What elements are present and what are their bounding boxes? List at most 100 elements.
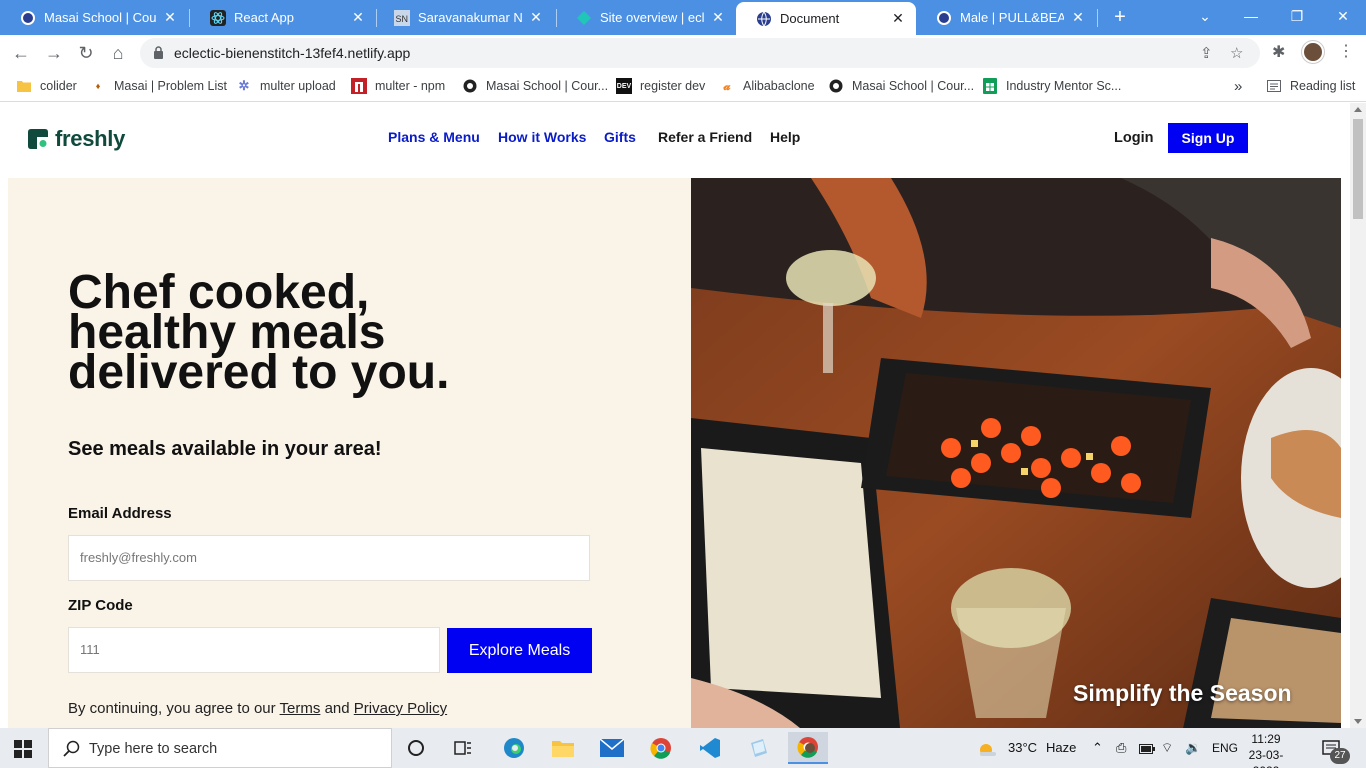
- widgets-icon[interactable]: [443, 732, 483, 764]
- close-icon[interactable]: ✕: [710, 9, 726, 26]
- close-icon[interactable]: ✕: [162, 9, 178, 26]
- reading-list-button[interactable]: Reading list: [1266, 76, 1355, 96]
- bookmarks-overflow-button[interactable]: »: [1234, 76, 1242, 96]
- nav-how-it-works[interactable]: How it Works: [498, 129, 586, 145]
- bookmark-industry-mentor[interactable]: Industry Mentor Sc...: [982, 76, 1121, 96]
- bookmark-label: Masai | Problem List: [114, 79, 228, 93]
- scroll-thumb[interactable]: [1353, 119, 1363, 219]
- tab-masai-course[interactable]: Masai School | Course ✕: [0, 0, 188, 35]
- chrome-active-window-icon[interactable]: [788, 732, 828, 764]
- weather-text[interactable]: Haze: [1046, 728, 1076, 768]
- bookmark-colider[interactable]: colider: [16, 76, 77, 96]
- bookmark-alibabaclone[interactable]: 𝓪 Alibabaclone: [719, 76, 814, 96]
- bookmark-star-icon[interactable]: ☆: [1230, 44, 1243, 62]
- sn-icon: SN: [394, 9, 410, 26]
- chrome-icon[interactable]: [641, 732, 681, 764]
- back-button[interactable]: ←: [8, 40, 34, 66]
- tab-saravanakumar[interactable]: SN Saravanakumar Nagar ✕: [374, 0, 554, 35]
- weather-icon[interactable]: [976, 728, 998, 768]
- new-tab-button[interactable]: +: [1108, 5, 1132, 29]
- bookmark-masai-course-1[interactable]: Masai School | Cour...: [462, 76, 608, 96]
- bookmark-multer-npm[interactable]: multer - npm: [351, 76, 445, 96]
- tab-search-icon[interactable]: ⌄: [1182, 0, 1228, 32]
- explore-meals-button[interactable]: Explore Meals: [447, 628, 592, 673]
- freshly-logo[interactable]: freshly: [28, 126, 125, 152]
- zip-input[interactable]: 111: [68, 627, 440, 673]
- clock-time: 11:29: [1251, 732, 1281, 746]
- system-clock[interactable]: 11:29 23-03-2022: [1238, 731, 1294, 768]
- sign-up-button[interactable]: Sign Up: [1168, 123, 1248, 153]
- npm-icon: [351, 78, 367, 94]
- bookmark-masai-course-2[interactable]: Masai School | Cour...: [828, 76, 974, 96]
- email-input[interactable]: freshly@freshly.com: [68, 535, 590, 581]
- taskbar-search-box[interactable]: Type here to search: [48, 728, 392, 768]
- tab-react-app[interactable]: React App ✕: [190, 0, 376, 35]
- language-indicator[interactable]: ENG: [1212, 728, 1238, 768]
- reload-button[interactable]: ↻: [73, 40, 99, 66]
- bookmark-masai-problem[interactable]: ♦ Masai | Problem List: [90, 76, 227, 96]
- terms-link[interactable]: Terms: [280, 700, 321, 717]
- forward-button[interactable]: →: [41, 40, 67, 66]
- restore-button[interactable]: ❐: [1274, 0, 1320, 32]
- folder-icon: [16, 78, 32, 94]
- windows-taskbar: Type here to search 33°C Haze ⌃ ⎙ ⌔ 🔉 EN…: [0, 728, 1366, 768]
- vscode-icon[interactable]: [690, 732, 730, 764]
- profile-avatar[interactable]: [1302, 41, 1324, 63]
- address-bar[interactable]: eclectic-bienenstitch-13fef4.netlify.app…: [140, 38, 1260, 68]
- home-button[interactable]: ⌂: [105, 40, 131, 66]
- bookmark-register-dev[interactable]: DEV register dev: [616, 76, 705, 96]
- freshly-logo-icon: [28, 129, 48, 149]
- globe-icon: [462, 78, 478, 94]
- extensions-icon[interactable]: ✱: [1272, 42, 1285, 62]
- mail-icon[interactable]: [592, 732, 632, 764]
- browser-toolbar: ← → ↻ ⌂ eclectic-bienenstitch-13fef4.net…: [0, 35, 1366, 70]
- nav-help[interactable]: Help: [770, 129, 800, 145]
- tab-document[interactable]: Document ✕: [736, 2, 916, 35]
- bookmarks-bar: colider ♦ Masai | Problem List ✲ multer up…: [0, 70, 1366, 102]
- edge-icon[interactable]: [494, 732, 534, 764]
- bookmark-label: Masai School | Cour...: [486, 79, 609, 93]
- window-close-button[interactable]: ✕: [1320, 0, 1366, 32]
- legal-prefix: By continuing, you agree to our: [68, 700, 276, 717]
- file-explorer-icon[interactable]: [543, 732, 583, 764]
- tray-chevron-up-icon[interactable]: ⌃: [1092, 728, 1103, 768]
- menu-icon[interactable]: ⋮: [1338, 41, 1354, 61]
- windows-start-icon[interactable]: [14, 740, 32, 763]
- tab-site-overview[interactable]: Site overview | eclectic ✕: [556, 0, 736, 35]
- hero-subheading: See meals available in your area!: [68, 438, 382, 460]
- meet-now-icon[interactable]: ⎙: [1116, 728, 1126, 768]
- lock-icon[interactable]: [153, 46, 164, 64]
- share-icon[interactable]: ⇪: [1200, 44, 1213, 62]
- page-scrollbar[interactable]: [1350, 103, 1366, 728]
- globe-icon: [828, 78, 844, 94]
- close-icon[interactable]: ✕: [528, 9, 544, 26]
- scroll-down-icon[interactable]: [1354, 719, 1362, 724]
- network-icon[interactable]: ⌔: [1161, 728, 1173, 768]
- logo-text: freshly: [55, 126, 126, 151]
- hero-caption: Simplify the Season: [1073, 680, 1292, 706]
- notepad-icon[interactable]: [739, 732, 779, 764]
- clock-date: 23-03-2022: [1248, 748, 1284, 768]
- login-link[interactable]: Login: [1114, 130, 1153, 146]
- close-icon[interactable]: ✕: [350, 9, 366, 26]
- bookmark-multer-upload[interactable]: ✲ multer upload: [236, 76, 336, 96]
- close-icon[interactable]: ✕: [890, 10, 906, 27]
- page-viewport: freshly Plans & Menu How it Works Gifts …: [0, 103, 1350, 728]
- tab-pullbear[interactable]: Male | PULL&BEAR Pu ✕: [916, 0, 1096, 35]
- nav-plans-menu[interactable]: Plans & Menu: [388, 129, 480, 145]
- nav-refer-a-friend[interactable]: Refer a Friend: [658, 129, 752, 145]
- close-icon[interactable]: ✕: [1070, 9, 1086, 26]
- bookmark-label: multer upload: [260, 79, 336, 93]
- lightbulb-icon: ♦: [95, 81, 101, 91]
- privacy-policy-link[interactable]: Privacy Policy: [354, 700, 447, 717]
- react-icon: [210, 9, 226, 26]
- battery-icon[interactable]: [1139, 728, 1155, 768]
- scroll-up-icon[interactable]: [1354, 107, 1362, 112]
- weather-temp[interactable]: 33°C: [1008, 728, 1037, 768]
- tab-title: Site overview | eclectic: [600, 10, 704, 25]
- task-view-icon[interactable]: [396, 732, 436, 764]
- hero-image: Simplify the Season: [691, 178, 1341, 728]
- volume-icon[interactable]: 🔉: [1185, 728, 1201, 768]
- minimize-button[interactable]: —: [1228, 0, 1274, 32]
- nav-gifts[interactable]: Gifts: [604, 129, 636, 145]
